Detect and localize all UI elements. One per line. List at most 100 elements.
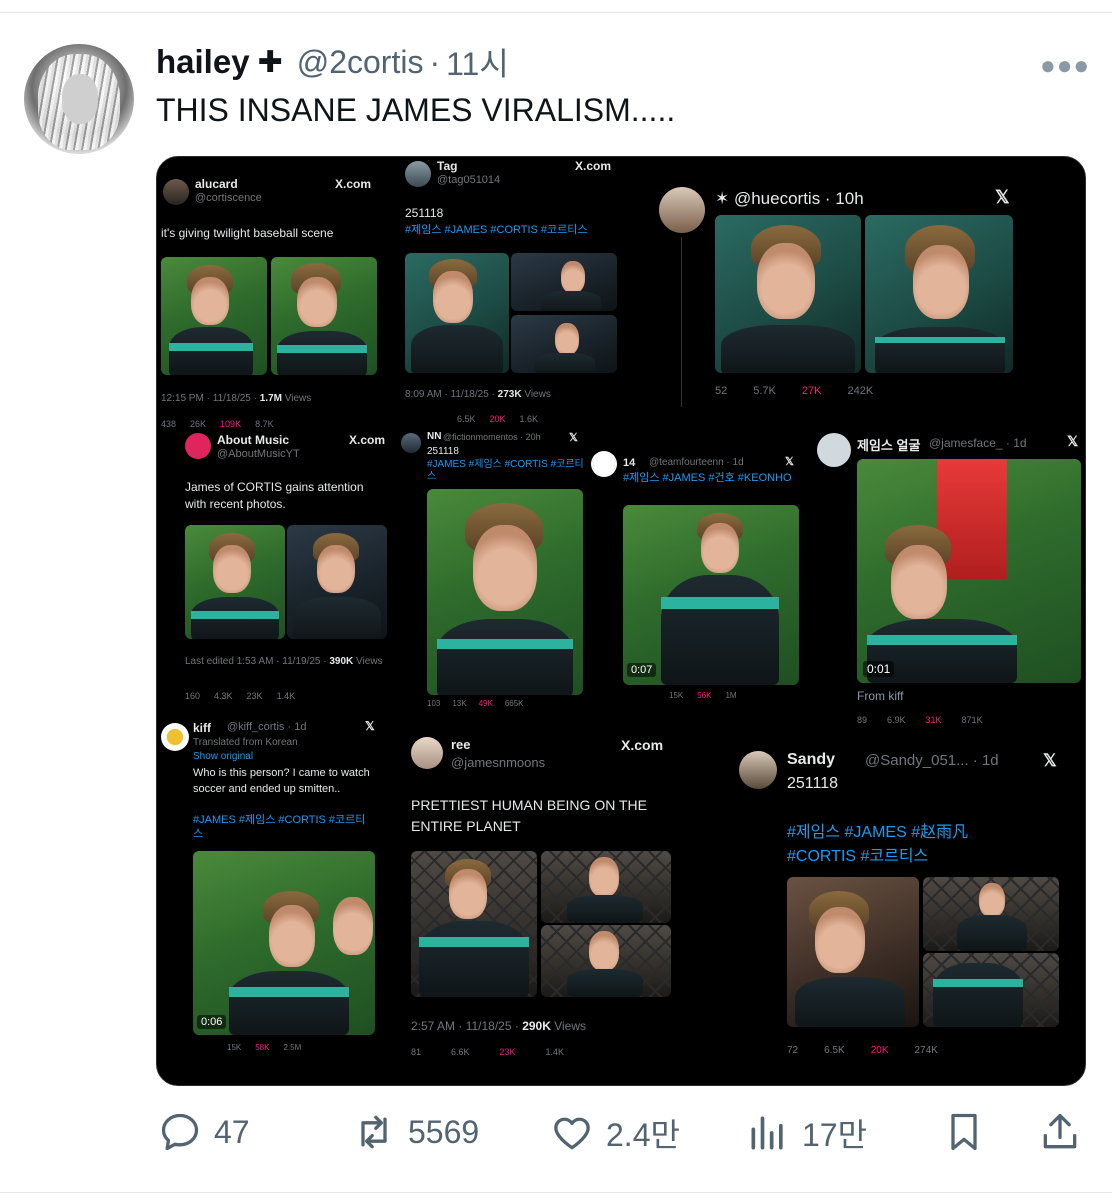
- card-handle: @cortiscence: [195, 192, 262, 204]
- card-photo: [923, 953, 1059, 1027]
- card-hashtags[interactable]: #제임스 #JAMES #건호 #KEONHO: [623, 471, 793, 485]
- card-text: Who is this person? I came to watch socc…: [193, 767, 370, 795]
- collage-card-sandy: Sandy @Sandy_051... · 1d 𝕏 251118 #제임스 #…: [737, 747, 1077, 1067]
- card-photo: [787, 877, 919, 1027]
- separator: ·: [429, 43, 441, 80]
- card-stats: 15K 58K 2.5M: [227, 1043, 302, 1052]
- author-handle[interactable]: @2cortis: [297, 44, 424, 81]
- card-stats: 160 4.3K 23K 1.4K: [185, 691, 296, 701]
- card-x-label: 𝕏: [569, 432, 578, 444]
- author-avatar[interactable]: [24, 44, 134, 154]
- card-handle: @teamfourteenn · 1d: [649, 457, 744, 468]
- card-stats: 81 6.6K 23K 1.4K: [411, 1047, 565, 1057]
- card-avatar: [817, 433, 851, 467]
- card-name: ree: [451, 737, 471, 752]
- card-photo: [271, 257, 377, 375]
- more-icon[interactable]: ●●●: [1040, 50, 1090, 81]
- card-photo: 0:01: [857, 459, 1081, 683]
- card-name: NN: [427, 431, 442, 442]
- card-meta: 12:15 PM · 11/18/25 · 1.7M Views: [161, 393, 312, 404]
- card-photo: [411, 851, 537, 997]
- tweet-actions: 47 5569 2.4만 17만: [0, 1110, 1112, 1158]
- collage-card-ree: ree @jamesnmoons X.com PRETTIEST HUMAN B…: [407, 733, 677, 1073]
- card-meta: 8:09 AM · 11/18/25 · 273K Views: [405, 389, 551, 400]
- repost-button[interactable]: 5569: [352, 1110, 479, 1154]
- card-name: 제임스 얼굴: [857, 438, 921, 453]
- card-handle: @AboutMusicYT: [217, 448, 300, 460]
- card-handle: @kiff_cortis · 1d: [227, 721, 307, 733]
- card-stats: 438 26K 109K 8.7K: [161, 419, 274, 429]
- card-photo: [715, 215, 861, 373]
- bottom-divider: [0, 1192, 1112, 1193]
- card-x-label: X.com: [349, 433, 386, 447]
- card-photo: [185, 525, 285, 639]
- card-hashtags[interactable]: #제임스 #JAMES #赵雨凡 #CORTIS #코르티스: [787, 821, 1007, 869]
- card-photo: [161, 257, 267, 375]
- card-x-label: 𝕏: [995, 187, 1010, 207]
- card-avatar: [163, 179, 189, 205]
- card-handle: @tag051014: [437, 174, 501, 186]
- card-stats: 89 6.9K 31K 871K: [857, 715, 983, 725]
- show-original-link[interactable]: Show original: [193, 751, 253, 762]
- video-duration: 0:06: [197, 1015, 227, 1029]
- card-photo: [511, 315, 617, 373]
- translated-note: Translated from Korean: [193, 737, 298, 748]
- card-photo: [511, 253, 617, 311]
- card-name: Tag: [437, 159, 458, 173]
- video-duration: 0:01: [863, 661, 895, 677]
- reply-count: 47: [214, 1113, 250, 1150]
- author-name[interactable]: hailey: [156, 43, 250, 81]
- card-caption: From kiff: [857, 689, 904, 703]
- card-handle: @fictionmomentos · 20h: [443, 432, 541, 442]
- collage-card-kiff: kiff @kiff_cortis · 1d 𝕏 Translated from…: [157, 717, 397, 1057]
- author-badge-icon: ✚: [257, 45, 283, 79]
- tweet-header: hailey ✚ @2cortis · 11시: [156, 42, 509, 82]
- card-meta: 2:57 AM · 11/18/25 · 290K Views: [411, 1019, 587, 1033]
- card-hashtags[interactable]: #제임스 #JAMES #CORTIS #코르티스: [405, 223, 625, 237]
- repost-count: 5569: [408, 1113, 480, 1150]
- views-button[interactable]: 17만: [746, 1110, 867, 1156]
- card-photo: [405, 253, 509, 373]
- card-photo: [923, 877, 1059, 951]
- card-hashtags[interactable]: #JAMES #제임스 #CORTIS #코르티스: [193, 813, 373, 841]
- card-x-label: X.com: [575, 159, 612, 173]
- collage-card-alucard: alucard @cortiscence X.com it's giving t…: [157, 157, 397, 432]
- card-avatar: [185, 433, 211, 459]
- card-photo: [541, 851, 671, 923]
- tweet-time[interactable]: 11시: [446, 39, 509, 85]
- like-button[interactable]: 2.4만: [550, 1110, 680, 1156]
- card-text: 251118: [427, 446, 459, 457]
- card-avatar: [591, 451, 617, 477]
- card-x-label: 𝕏: [365, 719, 375, 733]
- card-photo: 0:06: [193, 851, 375, 1035]
- card-stats: 103 13K 49K 665K: [427, 699, 524, 708]
- collage-card-huecortis: ✶ @huecortis · 10h 𝕏 52 5.7K 27K 242K: [657, 183, 1077, 407]
- card-avatar: [659, 187, 705, 233]
- card-name: About Music: [217, 433, 289, 447]
- views-chart-icon: [751, 1116, 783, 1150]
- card-photo: [865, 215, 1013, 373]
- share-icon: [1043, 1113, 1077, 1149]
- card-photo: [541, 925, 671, 997]
- card-handle: @jamesface_ · 1d: [929, 436, 1027, 450]
- reply-button[interactable]: 47: [158, 1110, 250, 1154]
- card-stats: 52 5.7K 27K 242K: [715, 385, 874, 397]
- video-duration: 0:07: [627, 663, 657, 677]
- collage-card-14: 14 @teamfourteenn · 1d 𝕏 #제임스 #JAMES #건호…: [589, 447, 799, 707]
- card-handle: @jamesnmoons: [451, 755, 546, 770]
- share-button[interactable]: [1038, 1110, 1082, 1154]
- card-photo: [427, 489, 583, 695]
- tweet-media-image[interactable]: alucard @cortiscence X.com it's giving t…: [156, 156, 1086, 1086]
- bookmark-button[interactable]: [942, 1110, 986, 1154]
- card-avatar: [739, 751, 777, 789]
- tweet-text: THIS INSANE JAMES VIRALISM.....: [156, 92, 676, 128]
- card-text: 251118: [787, 775, 839, 792]
- card-text: PRETTIEST HUMAN BEING ON THE ENTIRE PLAN…: [411, 797, 647, 834]
- card-stats: 6.5K 20K 1.6K: [457, 414, 539, 424]
- card-name: alucard: [195, 177, 238, 191]
- top-divider: [0, 12, 1112, 13]
- bookmark-icon: [951, 1113, 977, 1151]
- card-avatar: [405, 161, 431, 187]
- card-hashtags[interactable]: #JAMES #제임스 #CORTIS #코르티스: [427, 459, 587, 483]
- reply-icon: [161, 1113, 199, 1151]
